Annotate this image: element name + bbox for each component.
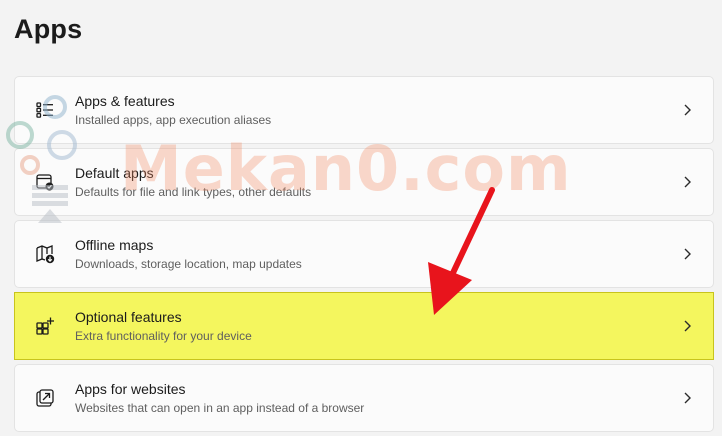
optional-features-item[interactable]: Optional features Extra functionality fo… xyxy=(14,292,714,360)
default-apps-title: Default apps xyxy=(75,164,154,181)
apps-settings-list: Apps & features Installed apps, app exec… xyxy=(14,76,714,436)
offline-maps-icon xyxy=(35,244,55,264)
apps-for-websites-item[interactable]: Apps for websites Websites that can open… xyxy=(14,364,714,432)
apps-features-title: Apps & features xyxy=(75,92,175,109)
apps-for-websites-icon xyxy=(35,388,55,408)
optional-features-description: Extra functionality for your device xyxy=(75,328,252,343)
apps-features-item[interactable]: Apps & features Installed apps, app exec… xyxy=(14,76,714,144)
default-apps-description: Defaults for file and link types, other … xyxy=(75,184,312,199)
default-apps-item[interactable]: Default apps Defaults for file and link … xyxy=(14,148,714,216)
chevron-right-icon xyxy=(684,392,691,404)
optional-features-icon xyxy=(35,316,55,336)
apps-features-description: Installed apps, app execution aliases xyxy=(75,112,272,127)
apps-for-websites-title: Apps for websites xyxy=(75,380,186,397)
offline-maps-title: Offline maps xyxy=(75,236,154,253)
apps-features-icon xyxy=(35,100,55,120)
apps-for-websites-description: Websites that can open in an app instead… xyxy=(75,400,365,415)
chevron-right-icon xyxy=(684,176,691,188)
chevron-right-icon xyxy=(684,320,691,332)
optional-features-title: Optional features xyxy=(75,308,182,325)
page-title: Apps xyxy=(14,14,83,44)
offline-maps-item[interactable]: Offline maps Downloads, storage location… xyxy=(14,220,714,288)
offline-maps-description: Downloads, storage location, map updates xyxy=(75,256,302,271)
chevron-right-icon xyxy=(684,248,691,260)
default-apps-icon xyxy=(35,172,55,192)
chevron-right-icon xyxy=(684,104,691,116)
